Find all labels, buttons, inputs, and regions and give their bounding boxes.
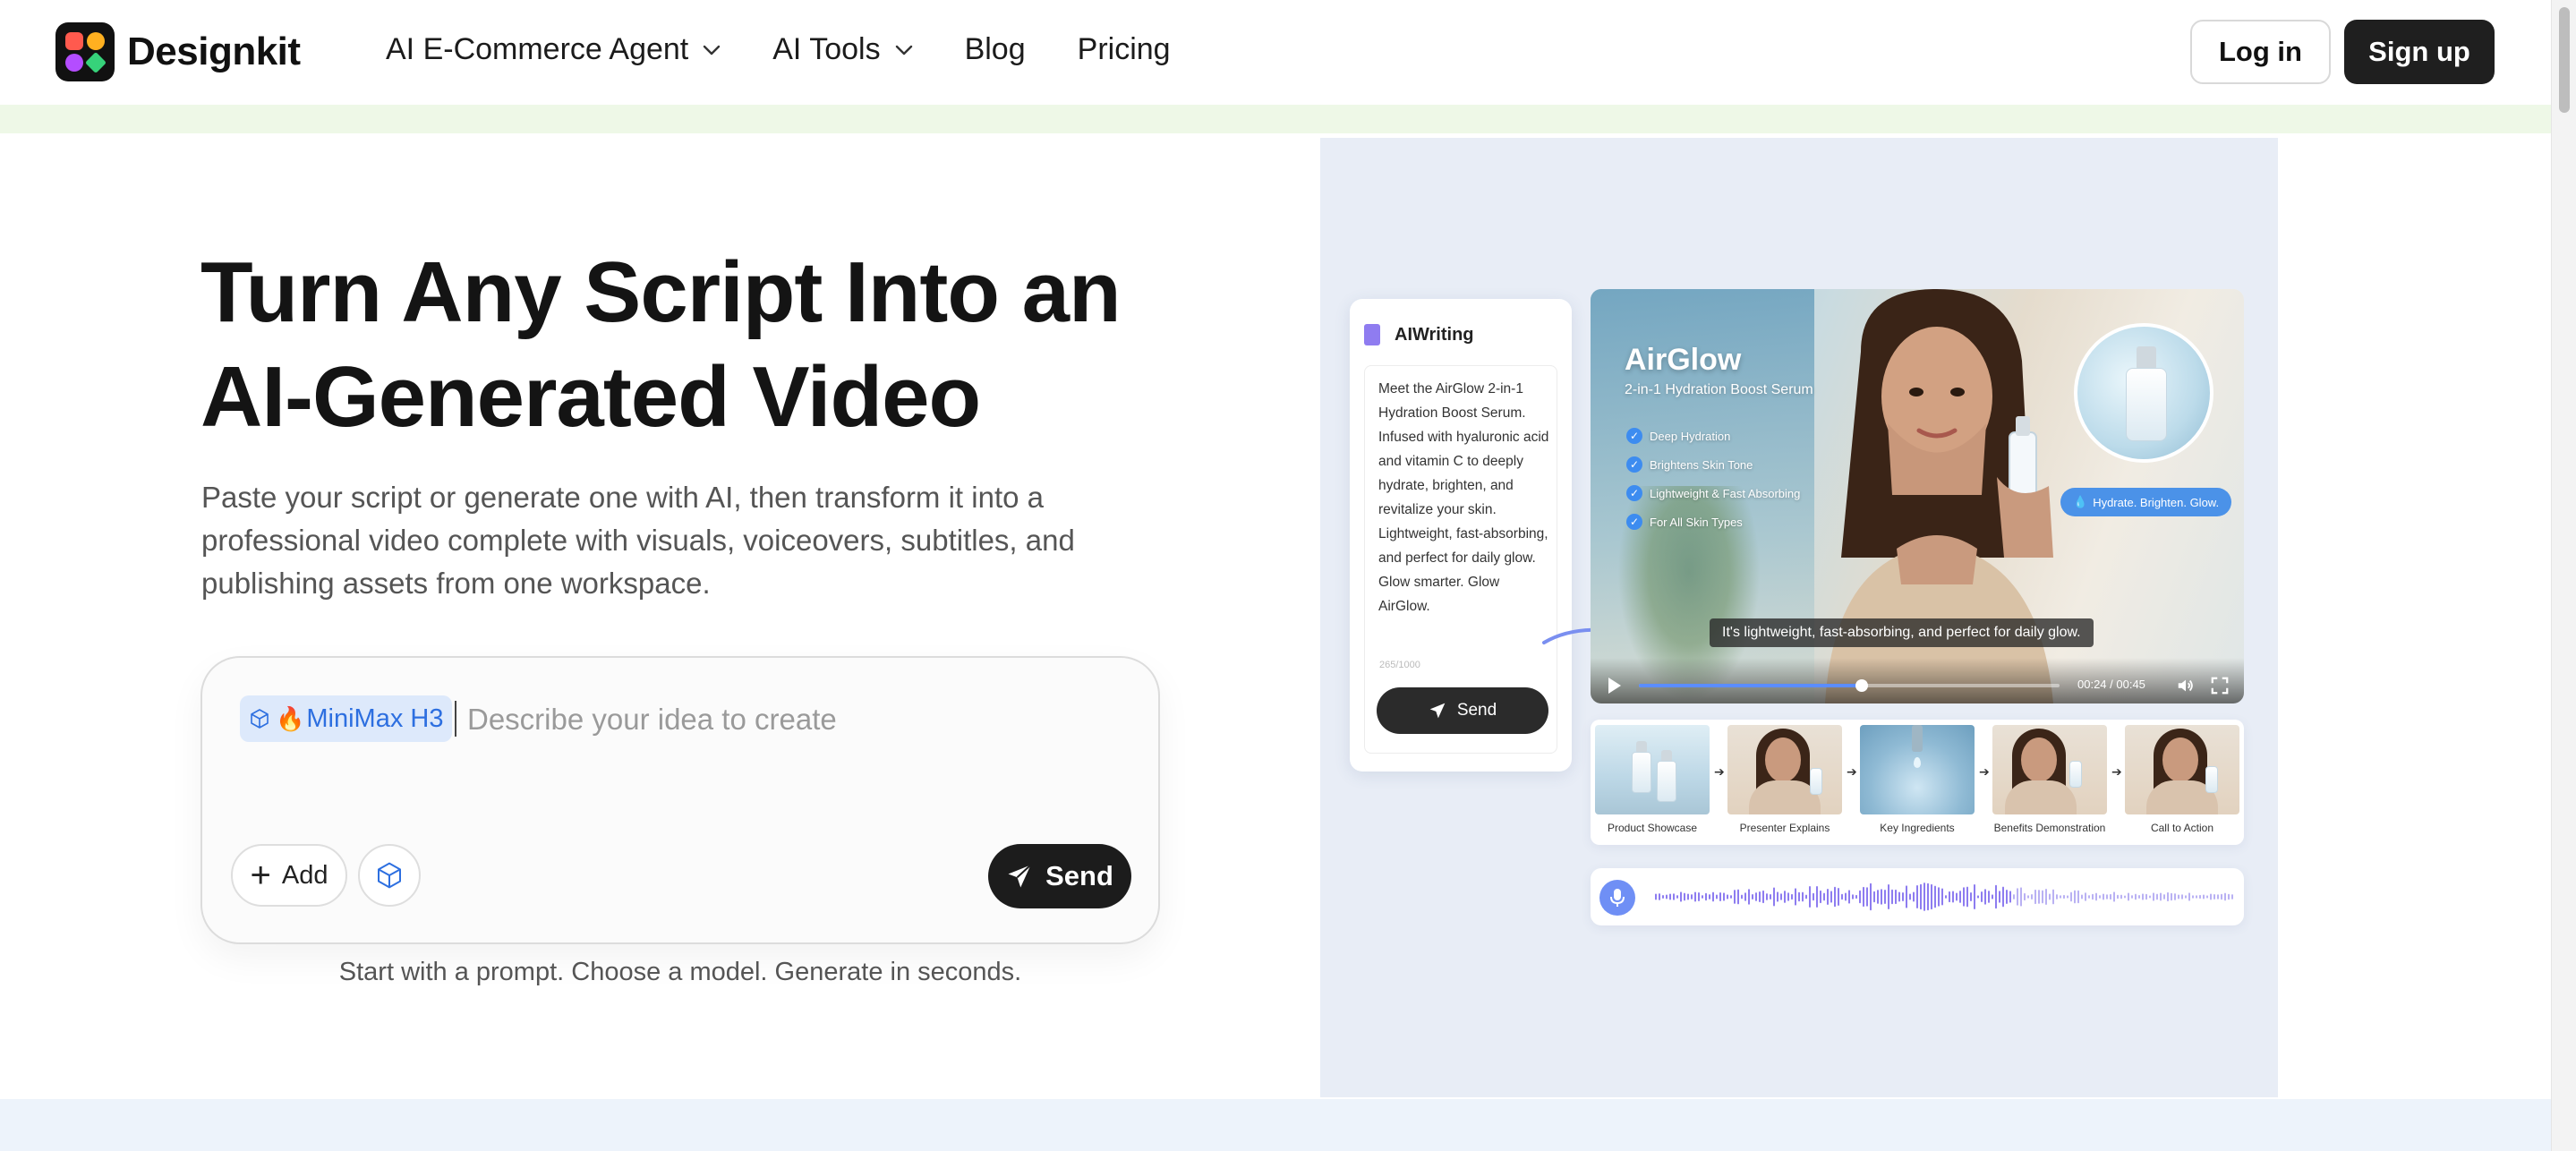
scene-thumbnail [1860,725,1975,814]
script-textbox: Meet the AirGlow 2-in-1 Hydration Boost … [1364,365,1557,754]
add-button[interactable]: + Add [231,844,347,907]
fire-icon: 🔥 [276,704,305,732]
menu-item-label: AI E-Commerce Agent [386,32,689,66]
cube-icon [251,709,269,729]
menu-item-label: AI Tools [772,32,881,66]
scene-thumbnail [1727,725,1842,814]
product-bottle-image [2074,323,2213,463]
model-select-button[interactable] [358,844,421,907]
benefit-item: ✓ Deep Hydration [1626,428,1800,444]
login-button[interactable]: Log in [2190,20,2331,84]
chevron-down-icon [704,45,721,55]
microphone-icon [1599,880,1635,916]
video-progress-fill [1639,684,1863,687]
scene-card: Presenter Explains [1727,725,1842,834]
check-icon: ✓ [1626,485,1642,501]
prompt-input[interactable] [467,697,1094,742]
benefit-list: ✓ Deep Hydration ✓ Brightens Skin Tone ✓ Li… [1626,428,1800,542]
model-chip-label: MiniMax H3 [306,703,444,733]
video-brand-title: AirGlow [1625,343,1742,377]
paper-plane-icon [1008,864,1032,888]
prompt-hint: Start with a prompt. Choose a model. Gen… [338,958,1022,986]
scene-thumbnail [2125,725,2239,814]
video-preview: AirGlow 2-in-1 Hydration Boost Serum ✓ De… [1591,289,2244,703]
scene-label: Product Showcase [1607,822,1698,834]
scene-label: Benefits Demonstration [1993,822,2106,834]
scene-card: Benefits Demonstration [1992,725,2107,834]
check-icon: ✓ [1626,514,1642,530]
script-send-button: Send [1377,687,1548,734]
brand-logo[interactable]: Designkit [55,22,301,81]
scene-label: Key Ingredients [1880,822,1955,834]
menu-item-ai-tools[interactable]: AI Tools [772,32,912,67]
page-scrollbar[interactable] [2551,0,2576,1151]
volume-icon[interactable] [2176,676,2196,695]
char-count: 265/1000 [1379,660,1420,670]
benefit-item: ✓ Lightweight & Fast Absorbing [1626,485,1800,501]
arrow-right-icon: ➔ [1979,764,1990,779]
scene-card: Key Ingredients [1860,725,1975,834]
droplet-icon: 💧 [2073,495,2088,508]
scene-thumbnail [1992,725,2107,814]
scene-thumbnail [1595,725,1710,814]
video-controls: 00:24 / 00:45 [1591,658,2244,703]
voiceover-bar [1591,868,2244,925]
video-progress-bar[interactable] [1639,679,2060,692]
add-label: Add [281,860,328,890]
video-badge: 💧 Hydrate. Brighten. Glow. [2060,488,2232,516]
chevron-down-icon [895,45,912,55]
video-tagline: 2-in-1 Hydration Boost Serum [1625,382,1813,397]
menu-item-pricing[interactable]: Pricing [1078,32,1171,67]
menu-item-label: Blog [964,32,1026,66]
play-icon[interactable] [1608,678,1621,694]
scene-card: Call to Action [2125,725,2239,834]
video-progress-knob[interactable] [1855,679,1869,692]
ai-writing-header: AIWriting [1364,324,1474,345]
hero-title: Turn Any Script Into an AI-Generated Vid… [200,244,1122,445]
scene-card: Product Showcase [1595,725,1710,834]
menu-item-ai-ecommerce-agent[interactable]: AI E-Commerce Agent [386,32,721,67]
storyboard: Product Showcase ➔ Presenter Explains ➔ … [1591,720,2244,845]
send-button[interactable]: Send [988,844,1131,908]
script-text: Meet the AirGlow 2-in-1 Hydration Boost … [1378,381,1549,614]
document-icon [1364,324,1380,345]
top-accent-strip [0,105,2551,133]
prompt-box: 🔥 MiniMax H3 + Add Send [200,656,1160,944]
send-label: Send [1045,860,1113,891]
logo-icon [55,22,115,81]
video-subtitle: It's lightweight, fast-absorbing, and pe… [1710,618,2094,647]
signup-button[interactable]: Sign up [2344,20,2495,84]
model-chip[interactable]: 🔥 MiniMax H3 [240,695,453,742]
arrow-right-icon: ➔ [1847,764,1857,779]
benefit-item: ✓ For All Skin Types [1626,514,1800,530]
product-illustration: AIWriting Meet the AirGlow 2-in-1 Hydrat… [1320,138,2278,1097]
arrow-right-icon: ➔ [1714,764,1725,779]
check-icon: ✓ [1626,456,1642,473]
next-section-strip [0,1099,2551,1151]
menu-item-label: Pricing [1077,32,1171,66]
scene-label: Call to Action [2150,822,2214,834]
check-icon: ✓ [1626,428,1642,444]
menu-item-blog[interactable]: Blog [965,32,1026,67]
video-time: 00:24 / 00:45 [2077,678,2145,691]
scrollbar-thumb[interactable] [2559,7,2570,113]
text-caret [455,701,456,737]
cube-icon [378,862,401,889]
fullscreen-icon[interactable] [2210,676,2230,695]
top-navbar: Designkit AI E-Commerce Agent AI Tools B… [0,0,2551,105]
script-send-label: Send [1456,701,1497,720]
main-menu: AI E-Commerce Agent AI Tools Blog Pricin… [386,32,1223,67]
hero-subtitle: Paste your script or generate one with A… [201,481,1075,600]
paper-plane-icon [1429,703,1446,719]
scene-label: Presenter Explains [1739,822,1830,834]
audio-waveform [1655,882,2233,911]
ai-writing-title: AIWriting [1395,324,1474,345]
arrow-right-icon: ➔ [2111,764,2122,779]
plus-icon: + [250,856,271,895]
benefit-item: ✓ Brightens Skin Tone [1626,456,1800,473]
ai-writing-card: AIWriting Meet the AirGlow 2-in-1 Hydrat… [1350,299,1572,772]
brand-name: Designkit [127,30,301,73]
